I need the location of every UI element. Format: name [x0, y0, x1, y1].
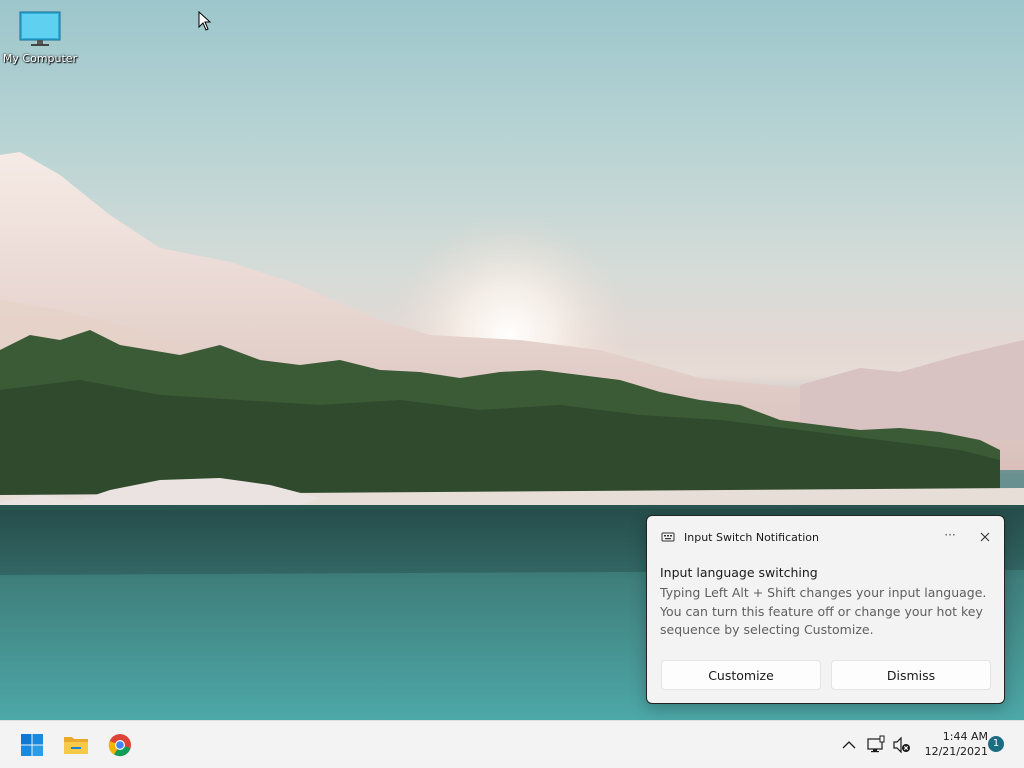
clock[interactable]: 1:44 AM 12/21/2021 — [918, 729, 988, 759]
mouse-cursor-icon — [198, 11, 212, 31]
keyboard-icon — [661, 532, 675, 542]
toast-header: Input Switch Notification ··· — [661, 528, 994, 546]
close-button[interactable] — [976, 528, 994, 546]
chevron-up-icon — [842, 741, 856, 749]
customize-button[interactable]: Customize — [661, 660, 821, 690]
chrome-icon — [108, 734, 131, 757]
windows-start-icon — [21, 734, 43, 756]
clock-time: 1:44 AM — [942, 730, 988, 743]
desktop-icon-my-computer[interactable]: My Computer — [2, 10, 78, 65]
file-explorer-button[interactable] — [62, 731, 90, 759]
volume-button[interactable] — [892, 735, 912, 755]
chrome-button[interactable] — [106, 731, 134, 759]
dismiss-button[interactable]: Dismiss — [831, 660, 991, 690]
volume-muted-icon — [893, 736, 910, 754]
toast-title: Input language switching — [660, 565, 818, 580]
monitor-icon — [19, 11, 61, 46]
taskbar: 1:44 AM 12/21/2021 1 — [0, 720, 1024, 768]
desktop-icon-label: My Computer — [2, 52, 78, 65]
toast-app-name: Input Switch Notification — [684, 530, 819, 544]
close-icon — [980, 532, 990, 542]
network-icon — [867, 735, 885, 753]
start-button[interactable] — [18, 731, 46, 759]
toast-body: Typing Left Alt + Shift changes your inp… — [660, 585, 987, 637]
network-button[interactable] — [866, 735, 886, 755]
notification-count-badge[interactable]: 1 — [988, 736, 1004, 752]
notification-toast: Input Switch Notification ··· Input lang… — [646, 515, 1005, 704]
show-hidden-icons-button[interactable] — [839, 735, 859, 755]
more-options-button[interactable]: ··· — [938, 528, 962, 546]
file-explorer-icon — [64, 737, 88, 754]
clock-date: 12/21/2021 — [924, 745, 988, 758]
